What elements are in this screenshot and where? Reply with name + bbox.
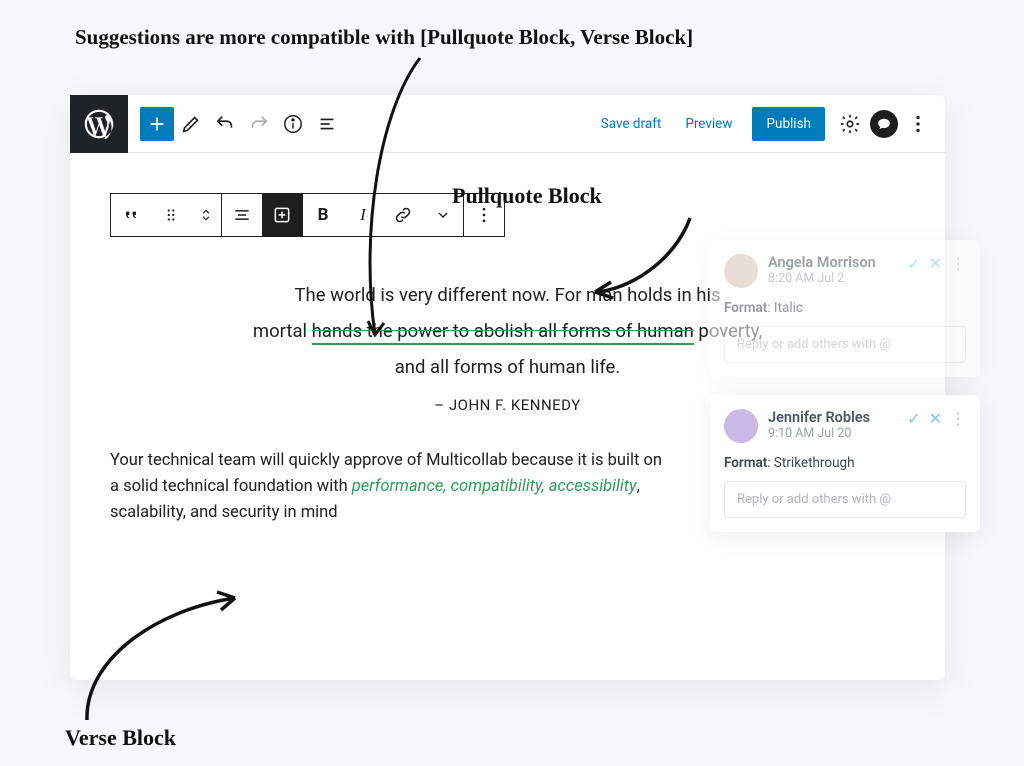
undo-icon[interactable]: [208, 107, 242, 141]
suggestion-mode-icon[interactable]: [262, 194, 302, 236]
resolve-icon[interactable]: ✓: [907, 254, 920, 273]
reply-input[interactable]: Reply or add others with @: [724, 326, 966, 363]
delete-icon[interactable]: ✕: [929, 409, 942, 428]
save-draft-button[interactable]: Save draft: [589, 108, 674, 140]
outline-icon[interactable]: [310, 107, 344, 141]
wordpress-logo[interactable]: [70, 95, 128, 153]
reply-input[interactable]: Reply or add others with @: [724, 481, 966, 518]
comment-more-icon[interactable]: ⋮: [950, 409, 966, 428]
editor-topbar: Save draft Preview Publish: [70, 95, 945, 153]
move-arrows-icon[interactable]: [191, 194, 221, 236]
settings-icon[interactable]: [833, 107, 867, 141]
annotation-top: Suggestions are more compatible with [Pu…: [75, 25, 693, 50]
comment-timestamp: 8:20 AM Jul 2: [768, 271, 876, 286]
edit-mode-icon[interactable]: [174, 107, 208, 141]
italic-suggestion: performance, compatibility, accessibilit…: [352, 477, 637, 496]
add-block-button[interactable]: [140, 107, 174, 141]
block-toolbar: B I: [110, 193, 505, 237]
align-icon[interactable]: [222, 194, 262, 236]
strikethrough-suggestion: hands the power to abolish all forms of …: [312, 320, 694, 345]
resolve-icon[interactable]: ✓: [907, 409, 920, 428]
link-icon[interactable]: [383, 194, 423, 236]
comment-author: Jennifer Robles: [768, 409, 870, 426]
delete-icon[interactable]: ✕: [929, 254, 942, 273]
more-options-icon[interactable]: [901, 107, 935, 141]
publish-button[interactable]: Publish: [752, 107, 825, 141]
comment-card[interactable]: Angela Morrison 8:20 AM Jul 2 ✓ ✕ ⋮ Form…: [710, 240, 980, 377]
comment-timestamp: 9:10 AM Jul 20: [768, 426, 870, 441]
block-type-pullquote-icon[interactable]: [111, 194, 151, 236]
drag-handle-icon[interactable]: [151, 194, 191, 236]
comment-card[interactable]: Jennifer Robles 9:10 AM Jul 20 ✓ ✕ ⋮ For…: [710, 395, 980, 532]
comment-body: Format: Strikethrough: [724, 455, 966, 471]
comments-icon[interactable]: [867, 107, 901, 141]
italic-button[interactable]: I: [343, 194, 383, 236]
bold-button[interactable]: B: [303, 194, 343, 236]
verse-block[interactable]: Your technical team will quickly approve…: [110, 448, 670, 525]
preview-button[interactable]: Preview: [673, 108, 744, 140]
comment-body: Format: Italic: [724, 300, 966, 316]
info-icon[interactable]: [276, 107, 310, 141]
redo-icon[interactable]: [242, 107, 276, 141]
comment-author: Angela Morrison: [768, 254, 876, 271]
avatar: [724, 254, 758, 288]
comment-more-icon[interactable]: ⋮: [950, 254, 966, 273]
annotation-pullquote: Pullquote Block: [452, 183, 602, 209]
avatar: [724, 409, 758, 443]
annotation-verse: Verse Block: [65, 725, 176, 751]
